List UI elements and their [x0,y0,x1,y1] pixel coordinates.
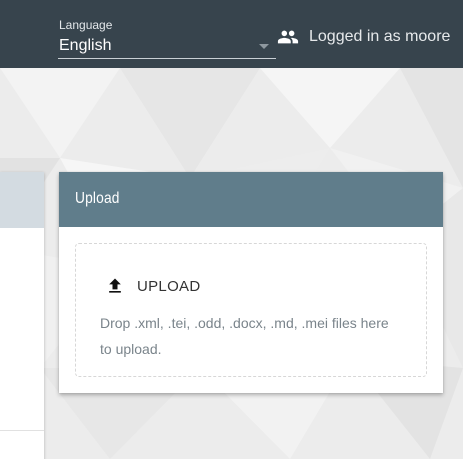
upload-card: Upload UPLOAD Drop .xml, .tei, .odd, .do… [59,172,443,393]
upload-hint-text: Drop .xml, .tei, .odd, .docx, .md, .mei … [100,315,389,357]
people-icon [277,30,299,44]
language-select[interactable]: Language English [58,16,276,60]
dropdown-caret-icon[interactable] [259,44,269,49]
left-panel-header [0,172,44,228]
language-underline [58,58,276,59]
upload-dropzone[interactable]: UPLOAD Drop .xml, .tei, .odd, .docx, .md… [75,243,427,377]
language-value[interactable]: English [59,37,111,55]
top-bar: Language English Logged in as moore [0,0,463,68]
left-panel [0,172,44,459]
upload-button-label: UPLOAD [137,277,201,295]
upload-card-title: Upload [75,190,120,207]
upload-icon [109,278,121,293]
upload-card-header: Upload [59,172,443,227]
upload-button[interactable]: UPLOAD [105,273,201,299]
logged-in-text: Logged in as moore [309,28,451,45]
language-label: Language [59,18,113,32]
user-status[interactable]: Logged in as moore [277,26,450,48]
left-panel-divider [0,430,44,431]
